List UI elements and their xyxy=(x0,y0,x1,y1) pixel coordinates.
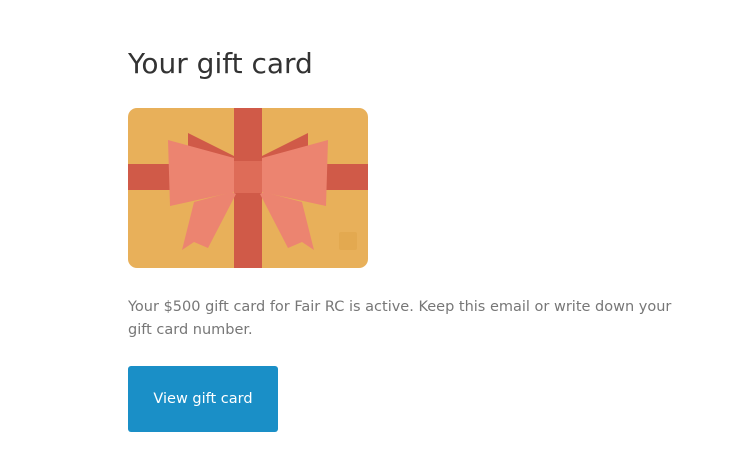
page-title: Your gift card xyxy=(128,47,313,80)
gift-card-message: Your $500 gift card for Fair RC is activ… xyxy=(128,299,672,338)
gift-card-bow-icon xyxy=(128,108,368,268)
gift-card-image xyxy=(128,108,368,268)
view-gift-card-button[interactable]: View gift card xyxy=(128,366,278,432)
gift-card-email: Your gift card Your $500 gift card for F… xyxy=(0,0,736,469)
